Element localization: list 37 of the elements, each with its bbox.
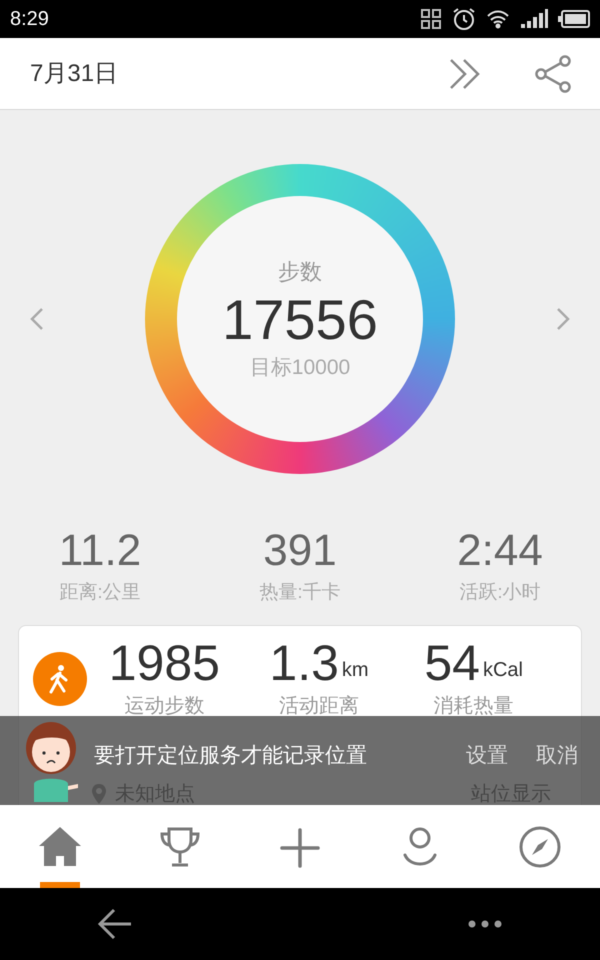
toast-action[interactable]: 设置 (466, 744, 508, 768)
activity-value: 1.3 (269, 636, 339, 692)
stat-label: 活跃:小时 (459, 580, 541, 605)
date-title: 7月31日 (30, 58, 118, 88)
activity-label: 活动距离 (278, 694, 359, 720)
battery-icon (558, 10, 590, 28)
stat-value: 391 (263, 526, 337, 577)
home-icon (38, 826, 82, 868)
stat-label: 距离:公里 (59, 580, 141, 605)
alarm-icon (452, 7, 476, 31)
trophy-icon (159, 826, 201, 868)
toast-action[interactable]: 取消 (536, 744, 578, 768)
wifi-icon (486, 9, 510, 29)
activity-value: 1985 (108, 636, 220, 692)
stat-value: 11.2 (58, 526, 142, 577)
stat-label: 热量:千卡 (259, 580, 341, 605)
compass-icon (519, 826, 561, 868)
stat-value: 2:44 (457, 526, 543, 577)
double-chevron-icon[interactable] (448, 56, 482, 90)
scan-icon (420, 8, 442, 30)
more-icon[interactable] (468, 920, 502, 928)
girl-avatar-icon (24, 720, 78, 802)
steps-count: 17556 (222, 288, 378, 352)
signal-icon (520, 9, 548, 29)
back-arrow-icon[interactable] (98, 908, 132, 940)
person-icon (402, 826, 438, 868)
steps-goal: 目标10000 (250, 354, 350, 381)
toast-message: 要打开定位服务才能记录位置 (94, 744, 367, 768)
activity-label: 消耗热量 (434, 694, 514, 720)
activity-unit: kCal (482, 658, 523, 684)
share-icon[interactable] (534, 54, 572, 92)
steps-label: 步数 (278, 258, 322, 286)
activity-unit: km (342, 658, 369, 684)
activity-label: 运动步数 (124, 694, 204, 720)
status-time: 8:29 (10, 7, 49, 32)
plus-icon (280, 828, 320, 868)
activity-value: 54 (424, 636, 480, 692)
